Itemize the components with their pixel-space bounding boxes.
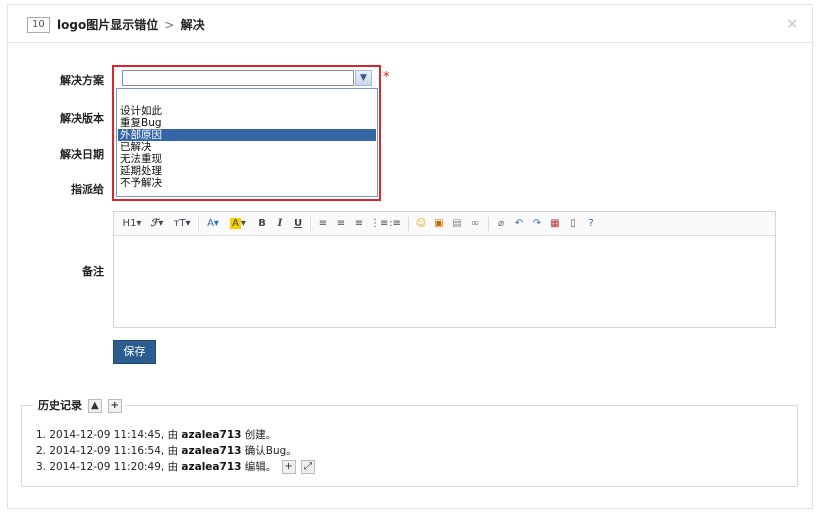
- resolution-select[interactable]: [122, 70, 354, 86]
- resolution-option[interactable]: 不予解决: [118, 177, 376, 189]
- table-icon[interactable]: ▦: [548, 216, 562, 232]
- expand-plus-icon[interactable]: +: [107, 399, 122, 413]
- assign-label: 指派给: [71, 183, 104, 196]
- resolution-option[interactable]: 延期处理: [118, 165, 376, 177]
- history-item-time: 2014-12-09 11:14:45,: [49, 429, 165, 441]
- resolution-option-selected[interactable]: 外部原因: [118, 129, 376, 141]
- unordered-list-icon[interactable]: :≡: [388, 216, 402, 232]
- history-item-time: 2014-12-09 11:16:54,: [49, 445, 165, 457]
- toolbar-divider: [408, 217, 409, 231]
- dialog-header: 10 logo图片显示错位 > 解决 ×: [8, 5, 812, 43]
- history-item-number: 3.: [36, 461, 47, 473]
- history-item-user: azalea713: [181, 461, 242, 473]
- history-title-text: 历史记录: [38, 399, 82, 412]
- action-title: 解决: [180, 18, 205, 32]
- history-item-number: 2.: [36, 445, 47, 457]
- title-separator: >: [164, 18, 175, 32]
- font-size-button[interactable]: тT▾: [172, 216, 192, 232]
- resolution-option[interactable]: 重复Bug: [118, 117, 376, 129]
- history-title: 历史记录 ▲ +: [34, 398, 126, 414]
- help-icon[interactable]: ?: [584, 216, 598, 232]
- align-right-icon[interactable]: ≡: [352, 216, 366, 232]
- history-item-time: 2014-12-09 11:20:49,: [49, 461, 165, 473]
- version-label: 解决版本: [60, 112, 104, 125]
- history-item-action: 确认Bug。: [244, 445, 297, 457]
- align-left-icon[interactable]: ≡: [316, 216, 330, 232]
- paste-icon[interactable]: ▯: [566, 216, 580, 232]
- italic-button[interactable]: I: [274, 216, 286, 232]
- history-item-action: 编辑。: [244, 461, 277, 473]
- font-color-button[interactable]: A▾: [204, 216, 222, 232]
- eraser-icon[interactable]: ⌀: [494, 216, 508, 232]
- flash-icon[interactable]: ▤: [450, 216, 464, 232]
- chevron-down-icon[interactable]: ▼: [355, 70, 372, 86]
- editor-toolbar: H1▾ ℱ▾ тT▾ A▾ A ▾ B I U ≡ ≡ ≡ ⋮≡ :≡ ☺ ▣ ▤…: [114, 212, 775, 236]
- dialog-title: logo图片显示错位 > 解决: [57, 17, 205, 33]
- history-item-user: azalea713: [181, 429, 242, 441]
- toolbar-divider: [310, 217, 311, 231]
- font-family-button[interactable]: ℱ▾: [148, 216, 166, 232]
- comment-editor[interactable]: H1▾ ℱ▾ тT▾ A▾ A ▾ B I U ≡ ≡ ≡ ⋮≡ :≡ ☺ ▣ ▤…: [113, 211, 776, 328]
- history-item-number: 1.: [36, 429, 47, 441]
- history-item-by: 由: [167, 445, 179, 457]
- ordered-list-icon[interactable]: ⋮≡: [370, 216, 388, 232]
- history-item: 3. 2014-12-09 11:20:49, 由 azalea713 编辑。 …: [36, 460, 315, 474]
- resolution-select-highlight: ▼ 设计如此 重复Bug 外部原因 已解决 无法重现 延期处理 不予解决: [112, 65, 381, 201]
- align-center-icon[interactable]: ≡: [334, 216, 348, 232]
- collapse-up-icon[interactable]: ▲: [87, 399, 102, 413]
- history-item-by: 由: [167, 461, 179, 473]
- history-item: 1. 2014-12-09 11:14:45, 由 azalea713 创建。: [36, 428, 276, 442]
- emoticon-icon[interactable]: ☺: [414, 216, 428, 232]
- close-icon[interactable]: ×: [786, 16, 798, 32]
- resolution-option[interactable]: 设计如此: [118, 105, 376, 117]
- underline-button[interactable]: U: [292, 216, 304, 232]
- highlight-button[interactable]: A ▾: [228, 216, 248, 232]
- undo-icon[interactable]: ↶: [512, 216, 526, 232]
- date-label: 解决日期: [60, 148, 104, 161]
- expand-plus-icon[interactable]: +: [281, 460, 296, 474]
- history-item-by: 由: [167, 429, 179, 441]
- heading-button[interactable]: H1▾: [122, 216, 142, 232]
- link-icon[interactable]: ∞: [468, 216, 482, 232]
- toolbar-divider: [488, 217, 489, 231]
- image-icon[interactable]: ▣: [432, 216, 446, 232]
- toolbar-divider: [198, 217, 199, 231]
- history-item-action: 创建。: [244, 429, 277, 441]
- bold-button[interactable]: B: [256, 216, 268, 232]
- history-item-user: azalea713: [181, 445, 242, 457]
- bug-id-badge: 10: [27, 17, 50, 33]
- resolution-option[interactable]: 已解决: [118, 141, 376, 153]
- bug-title: logo图片显示错位: [57, 18, 159, 32]
- required-mark: *: [383, 70, 390, 85]
- redo-icon[interactable]: ↷: [530, 216, 544, 232]
- resolution-label: 解决方案: [60, 74, 104, 87]
- fullscreen-icon[interactable]: ⤢: [300, 460, 315, 474]
- resolution-option[interactable]: 无法重现: [118, 153, 376, 165]
- save-button[interactable]: 保存: [113, 340, 156, 364]
- resolution-dropdown-list: 设计如此 重复Bug 外部原因 已解决 无法重现 延期处理 不予解决: [116, 88, 378, 197]
- comment-label: 备注: [82, 265, 104, 278]
- history-item: 2. 2014-12-09 11:16:54, 由 azalea713 确认Bu…: [36, 444, 297, 458]
